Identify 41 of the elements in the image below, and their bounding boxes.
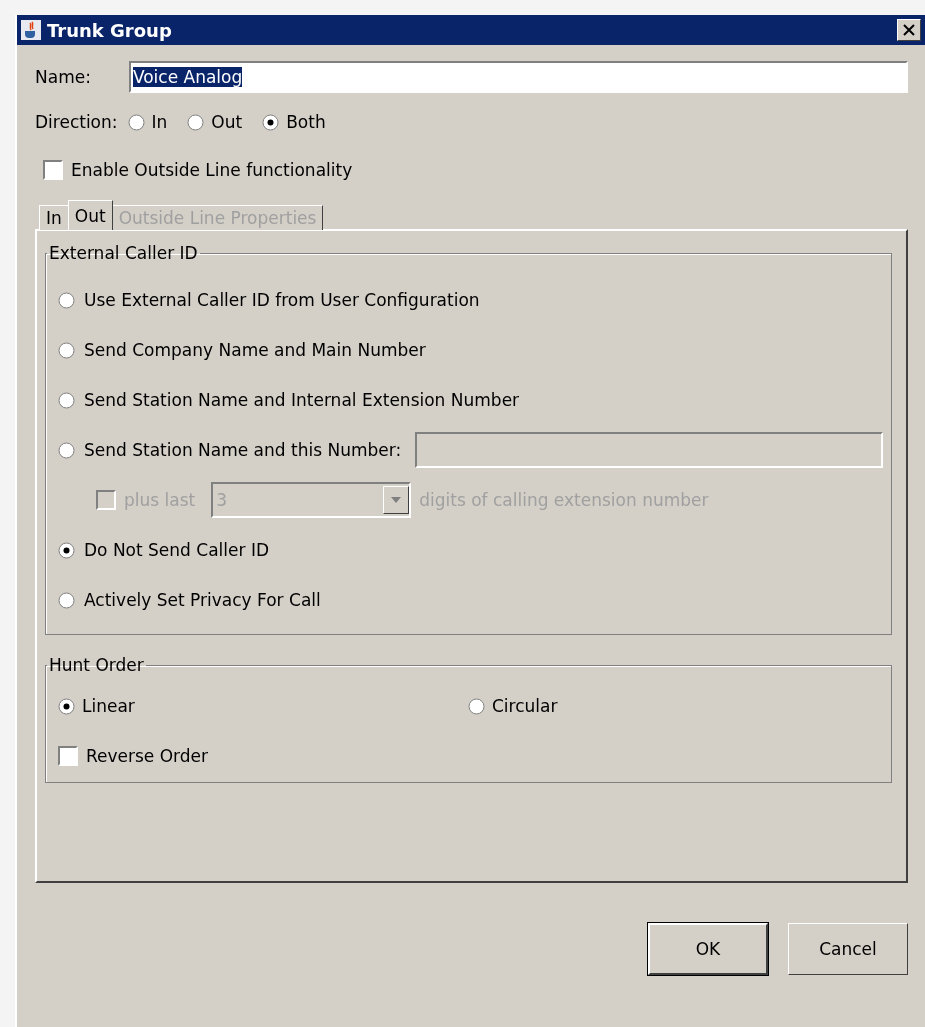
option-label: Both (286, 112, 326, 132)
group-title: External Caller ID (48, 243, 199, 263)
checkbox[interactable] (58, 746, 78, 766)
option-label: Actively Set Privacy For Call (84, 590, 321, 610)
option-label: Send Company Name and Main Number (84, 340, 426, 360)
direction-label: Direction: (35, 112, 118, 132)
option-label: Circular (492, 696, 558, 716)
radio-button[interactable] (58, 341, 75, 359)
tab[interactable]: Out (67, 200, 113, 230)
radio-button[interactable] (127, 113, 145, 131)
radio-button[interactable] (187, 113, 205, 131)
number-field[interactable] (415, 432, 883, 468)
option-label: Send Station Name and Internal Extension Number (84, 390, 520, 410)
radio-button[interactable] (58, 441, 75, 459)
option-label: Use External Caller ID from User Configuration (84, 290, 480, 310)
radio-button[interactable] (58, 541, 75, 559)
name-label: Name: (35, 67, 91, 87)
radio-button[interactable] (468, 697, 485, 715)
checkbox[interactable] (43, 160, 63, 180)
close-icon (902, 23, 916, 37)
dialog-button[interactable]: OK (648, 923, 768, 975)
tab[interactable]: In (39, 205, 69, 230)
option-label: Send Station Name and this Number: (84, 440, 402, 460)
radio-button[interactable] (58, 391, 75, 409)
option-label: In (151, 112, 168, 132)
radio-button[interactable] (58, 591, 75, 609)
radio-button[interactable] (262, 113, 280, 131)
radio-button[interactable] (58, 697, 75, 715)
option-label: Linear (82, 696, 135, 716)
group-title: Hunt Order (48, 655, 145, 675)
name-field[interactable]: Voice Analog (128, 61, 908, 93)
option-label: Out (211, 112, 243, 132)
dialog-button[interactable]: Cancel (788, 923, 908, 975)
cup-icon (21, 20, 41, 40)
radio-button[interactable] (58, 291, 75, 309)
close-button[interactable] (897, 19, 921, 41)
checkbox-label: Enable Outside Line functionality (71, 160, 353, 180)
checkbox-label: Reverse Order (86, 746, 209, 766)
option-label: Do Not Send Caller ID (84, 540, 269, 560)
dropdown-arrow-icon (390, 496, 403, 504)
window-title: Trunk Group (47, 19, 173, 41)
